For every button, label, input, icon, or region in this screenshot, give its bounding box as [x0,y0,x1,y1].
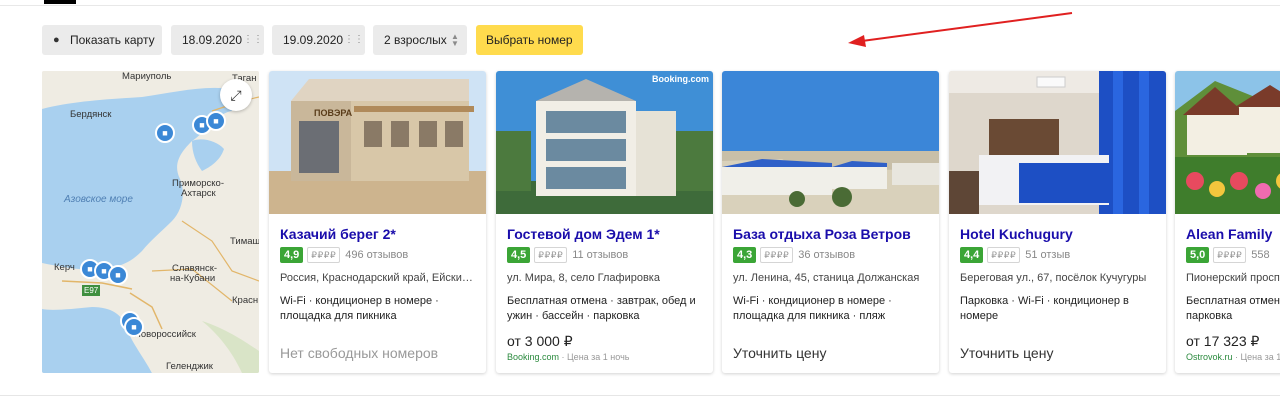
hotel-photo[interactable] [949,71,1166,214]
price-level: ₽₽₽₽ [760,247,794,263]
hotel-address: Пионерский просп. [1186,272,1280,284]
price-source-note: · Цена за 1 ночь [559,352,630,362]
hotel-features: Бесплатная отмена · бассейн · парковка [1186,295,1280,322]
map-label-timash: Тимаш [230,236,259,247]
hotel-photo[interactable] [722,71,939,214]
map-label-na-kubani: на-Кубани [170,273,216,284]
map-expand-button[interactable]: ⤢ [220,79,252,111]
hotel-features: Бесплатная отмена · завтрак, обед и ужин… [507,295,696,322]
clarify-price-link[interactable]: Уточнить цену [960,345,1053,361]
hotel-title[interactable]: Hotel Kuchugury [960,226,1073,242]
price-level: ₽₽₽₽ [987,247,1021,263]
hotel-address: ул. Мира, 8, село Глафировка [507,272,660,284]
hotel-features: Wi-Fi · кондиционер в номере · площадка … [280,295,439,322]
reviews-link[interactable]: 496 отзывов [345,247,408,263]
rating-row: 4,5 ₽₽₽₽ 11 отзывов [507,247,628,263]
price-source-note: · Цена за 1 ночь [1235,352,1280,362]
rating-score: 5,0 [1186,247,1210,263]
hotel-photo[interactable] [1175,71,1280,214]
hotel-map-pin[interactable]: ■ [124,317,144,337]
map-label-berdyansk: Бердянск [70,109,112,120]
no-rooms-text: Нет свободных номеров [280,345,439,361]
hotel-title[interactable]: Гостевой дом Эдем 1* [507,226,660,242]
price-source-name[interactable]: Ostrovok.ru [1186,352,1233,362]
hotel-title[interactable]: Alean Family [1186,226,1272,242]
map-label-gelendzhik: Геленджик [166,361,213,372]
price-source-name[interactable]: Booking.com [507,352,559,362]
price-level: ₽₽₽₽ [307,247,341,263]
hotel-address: Береговая ул., 67, посёлок Кучугуры [960,272,1147,284]
rating-row: 4,3 ₽₽₽₽ 36 отзывов [733,247,855,263]
hotel-features: Парковка · Wi-Fi · кондиционер в номере [960,295,1129,322]
hotel-card[interactable]: Hotel Kuchugury 4,4 ₽₽₽₽ 51 отзыв Берегова… [949,71,1166,373]
reviews-link[interactable]: 36 отзывов [798,247,855,263]
hotel-photo[interactable]: ПОВЭРА [269,71,486,214]
bottom-divider [0,395,1280,396]
hotel-map-pin[interactable]: ■ [206,111,226,131]
hotel-map-pin[interactable]: ■ [108,265,128,285]
hotel-price[interactable]: от 17 323 ₽ [1186,333,1259,350]
map-label-akhtarsk: Ахтарск [181,188,216,199]
price-source: Booking.com · Цена за 1 ночь [507,352,629,362]
price-source: Ostrovok.ru · Цена за 1 ночь [1186,352,1280,362]
expand-icon: ⤢ [230,87,242,103]
rating-row: 5,0 ₽₽₽₽ 558 [1186,247,1270,263]
rating-score: 4,3 [733,247,757,263]
hotel-address: ул. Ленина, 45, станица Должанская [733,272,920,284]
hotel-card[interactable]: Alean Family 5,0 ₽₽₽₽ 558 Пионерский просп… [1175,71,1280,373]
hotel-price[interactable]: от 3 000 ₽ [507,333,573,350]
price-level: ₽₽₽₽ [534,247,568,263]
reviews-link[interactable]: 558 [1251,247,1269,263]
booking-badge: Booking.com [651,74,709,84]
map-label-mariupol: Мариуполь [122,71,172,82]
rating-score: 4,9 [280,247,304,263]
rating-row: 4,4 ₽₽₽₽ 51 отзыв [960,247,1070,263]
reviews-link[interactable]: 51 отзыв [1025,247,1070,263]
reviews-link[interactable]: 11 отзывов [572,247,628,263]
rating-score: 4,4 [960,247,984,263]
hotel-card[interactable]: Booking.com Гостевой дом Эдем 1* 4,5 ₽₽₽₽… [496,71,713,373]
map-label-krasn: Красн [232,295,259,306]
map-label-kerch: Керч [54,262,75,273]
map-label-sea: Азовское море [64,194,133,205]
rating-row: 4,9 ₽₽₽₽ 496 отзывов [280,247,408,263]
photo-sign: ПОВЭРА [314,108,353,118]
hotel-title[interactable]: Казачий берег 2* [280,226,396,242]
clarify-price-link[interactable]: Уточнить цену [733,345,826,361]
hotel-photo[interactable]: Booking.com [496,71,713,214]
hotel-title[interactable]: База отдыха Роза Ветров [733,226,911,242]
rating-score: 4,5 [507,247,531,263]
road-e97-sign: E97 [82,285,101,296]
hotel-features: Wi-Fi · кондиционер в номере · площадка … [733,295,892,322]
hotel-card[interactable]: ПОВЭРА Казачий берег 2* 4,9 ₽₽₽₽ 496 отзыв… [269,71,486,373]
hotel-address: Россия, Краснодарский край, Ейский… [280,272,477,284]
map-panel[interactable]: Мариуполь Таган Бердянск Приморско- Ахта… [42,71,259,373]
hotel-map-pin[interactable]: ■ [155,123,175,143]
hotel-card[interactable]: База отдыха Роза Ветров 4,3 ₽₽₽₽ 36 отзыво… [722,71,939,373]
price-level: ₽₽₽₽ [1213,247,1247,263]
